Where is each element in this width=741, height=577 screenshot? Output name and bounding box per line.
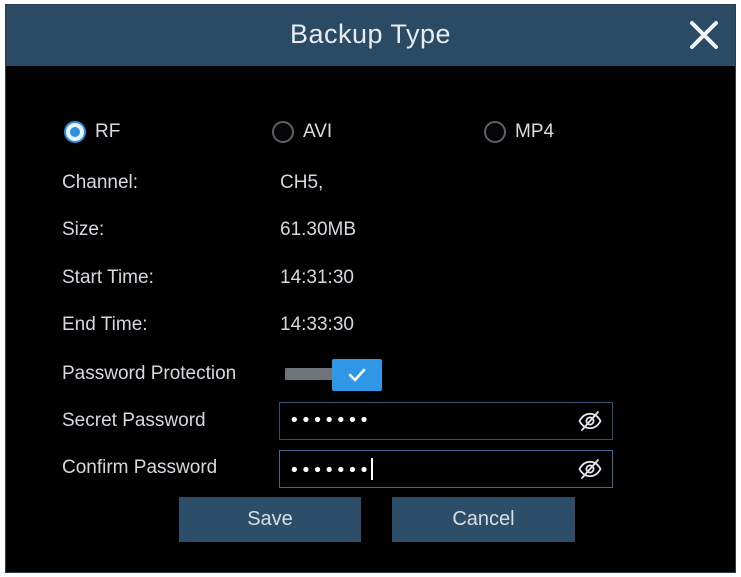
confirm-password-value-wrap: ••••••• <box>289 458 374 481</box>
secret-password-value: ••••••• <box>289 410 371 431</box>
eye-slash-icon[interactable] <box>578 459 602 479</box>
toggle-knob <box>332 359 382 391</box>
start-time-value: 14:31:30 <box>280 267 354 288</box>
checkmark-icon <box>348 368 366 382</box>
secret-password-label: Secret Password <box>62 410 206 431</box>
radio-label-avi: AVI <box>303 121 333 142</box>
confirm-password-value: ••••••• <box>289 460 371 481</box>
password-protection-toggle[interactable] <box>285 359 383 391</box>
confirm-password-field[interactable]: ••••••• <box>279 450 613 488</box>
channel-value: CH5, <box>280 172 324 193</box>
radio-option-mp4[interactable]: MP4 <box>484 119 554 145</box>
end-time-label: End Time: <box>62 314 148 335</box>
start-time-label: Start Time: <box>62 267 154 288</box>
radio-button-avi[interactable] <box>272 121 294 143</box>
cancel-button[interactable]: Cancel <box>392 497 575 542</box>
radio-label-mp4: MP4 <box>515 121 555 142</box>
channel-label: Channel: <box>62 172 139 193</box>
radio-option-rf[interactable]: RF <box>64 119 120 145</box>
radio-button-rf[interactable] <box>64 121 86 143</box>
secret-password-field[interactable]: ••••••• <box>279 402 613 440</box>
radio-label-rf: RF <box>95 121 121 142</box>
dialog-title: Backup Type <box>289 19 452 49</box>
eye-slash-icon[interactable] <box>578 411 602 431</box>
close-icon[interactable] <box>685 16 723 54</box>
dialog-titlebar: Backup Type <box>6 5 735 66</box>
size-value: 61.30MB <box>280 219 357 240</box>
text-caret <box>371 458 374 480</box>
save-button[interactable]: Save <box>179 497 361 542</box>
confirm-password-label: Confirm Password <box>62 457 218 478</box>
password-protection-label: Password Protection <box>62 363 237 384</box>
size-label: Size: <box>62 219 105 240</box>
end-time-value: 14:33:30 <box>280 314 354 335</box>
backup-type-dialog: Backup Type RF AVI MP4 Channel: CH5, Siz… <box>5 4 736 573</box>
radio-button-mp4[interactable] <box>484 121 506 143</box>
radio-option-avi[interactable]: AVI <box>272 119 332 145</box>
